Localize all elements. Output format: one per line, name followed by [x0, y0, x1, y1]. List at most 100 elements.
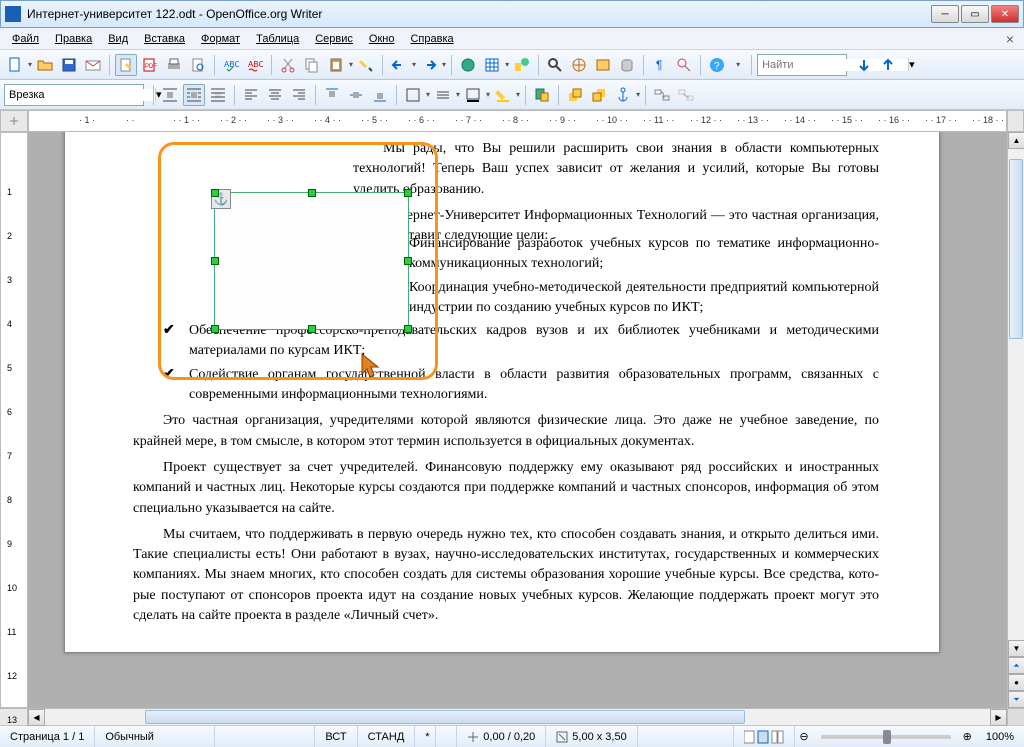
align-right-icon[interactable]	[288, 84, 310, 106]
paste-icon[interactable]	[325, 54, 347, 76]
status-style[interactable]: Обычный	[95, 726, 215, 747]
gallery-icon[interactable]	[592, 54, 614, 76]
resize-handle-ne[interactable]	[404, 189, 412, 197]
zoom-out-icon[interactable]: ⊖	[795, 726, 812, 747]
hyperlink-icon[interactable]	[457, 54, 479, 76]
menu-view[interactable]: Вид	[100, 31, 136, 47]
print-icon[interactable]	[163, 54, 185, 76]
find-prev-icon[interactable]	[877, 54, 899, 76]
align-bottom-icon[interactable]	[369, 84, 391, 106]
frame-props-icon[interactable]	[531, 84, 553, 106]
export-pdf-icon[interactable]: PDF	[139, 54, 161, 76]
scroll-thumb[interactable]	[145, 710, 745, 724]
find-combo[interactable]: ▾	[757, 54, 847, 76]
document-canvas[interactable]: Мы рады, что Вы решили расширить свои зн…	[28, 132, 1007, 708]
text-frame[interactable]: ⚓	[214, 192, 409, 330]
save-icon[interactable]	[58, 54, 80, 76]
menu-insert[interactable]: Вставка	[136, 31, 193, 47]
border-color-icon[interactable]	[462, 84, 484, 106]
horizontal-ruler[interactable]: · 1 ·· ·· · 1 · ·· · 2 · ·· · 3 · ·· · 4…	[28, 110, 1007, 132]
nav-icon[interactable]: ●	[1008, 674, 1024, 691]
next-page-icon[interactable]: ⏷	[1008, 691, 1024, 708]
resize-handle-nw[interactable]	[211, 189, 219, 197]
preview-icon[interactable]	[187, 54, 209, 76]
status-selection[interactable]: СТАНД	[358, 726, 416, 747]
scroll-up-icon[interactable]: ▲	[1008, 132, 1024, 149]
new-doc-icon[interactable]	[4, 54, 26, 76]
drawing-icon[interactable]	[511, 54, 533, 76]
resize-handle-e[interactable]	[404, 257, 412, 265]
align-vcenter-icon[interactable]	[345, 84, 367, 106]
send-back-icon[interactable]	[588, 84, 610, 106]
scroll-track[interactable]	[45, 709, 990, 725]
bring-front-icon[interactable]	[564, 84, 586, 106]
undo-icon[interactable]	[388, 54, 410, 76]
prev-page-icon[interactable]: ⏶	[1008, 657, 1024, 674]
vertical-ruler[interactable]: 12345678910111213	[0, 132, 28, 708]
status-position[interactable]: 0,00 / 0,20	[457, 726, 546, 747]
cut-icon[interactable]	[277, 54, 299, 76]
email-icon[interactable]	[82, 54, 104, 76]
wrap-through-icon[interactable]	[207, 84, 229, 106]
zoom-slider[interactable]	[821, 735, 951, 739]
help-icon[interactable]: ?	[706, 54, 728, 76]
edit-mode-icon[interactable]	[115, 54, 137, 76]
close-button[interactable]: ✕	[991, 5, 1019, 23]
link-frames-icon[interactable]	[651, 84, 673, 106]
nonprinting-icon[interactable]: ¶	[649, 54, 671, 76]
resize-handle-se[interactable]	[404, 325, 412, 333]
align-left-icon[interactable]	[240, 84, 262, 106]
menu-help[interactable]: Справка	[402, 31, 461, 47]
anchor-icon[interactable]	[612, 84, 634, 106]
restore-button[interactable]: ▭	[961, 5, 989, 23]
resize-handle-n[interactable]	[308, 189, 316, 197]
wrap-off-icon[interactable]	[159, 84, 181, 106]
zoom-icon[interactable]	[673, 54, 695, 76]
menu-tools[interactable]: Сервис	[307, 31, 361, 47]
open-icon[interactable]	[34, 54, 56, 76]
status-page[interactable]: Страница 1 / 1	[0, 726, 95, 747]
borders-icon[interactable]	[402, 84, 424, 106]
unlink-frames-icon[interactable]	[675, 84, 697, 106]
style-input[interactable]: Врезка	[5, 89, 155, 101]
style-combo[interactable]: Врезка ▾	[4, 84, 144, 106]
minimize-button[interactable]: ─	[931, 5, 959, 23]
menu-edit[interactable]: Правка	[47, 31, 100, 47]
scroll-track[interactable]	[1008, 149, 1024, 640]
table-icon[interactable]	[481, 54, 503, 76]
status-insert[interactable]: ВСТ	[315, 726, 357, 747]
redo-icon[interactable]	[418, 54, 440, 76]
wrap-on-icon[interactable]	[183, 84, 205, 106]
scroll-thumb[interactable]	[1009, 159, 1023, 339]
align-top-icon[interactable]	[321, 84, 343, 106]
scroll-right-icon[interactable]: ▶	[990, 709, 1007, 726]
vertical-scrollbar[interactable]: ▲ ▼ ⏶ ● ⏷	[1007, 132, 1024, 708]
align-center-icon[interactable]	[264, 84, 286, 106]
find-next-icon[interactable]	[853, 54, 875, 76]
resize-handle-sw[interactable]	[211, 325, 219, 333]
menu-window[interactable]: Окно	[361, 31, 403, 47]
status-size[interactable]: 5,00 x 3,50	[546, 726, 637, 747]
status-modified[interactable]: *	[415, 726, 436, 747]
autospell-icon[interactable]: ABC	[244, 54, 266, 76]
menu-file[interactable]: Файл	[4, 31, 47, 47]
dropdown-icon[interactable]: ▾	[908, 58, 915, 71]
spellcheck-icon[interactable]: ABC	[220, 54, 242, 76]
scroll-down-icon[interactable]: ▼	[1008, 640, 1024, 657]
scroll-left-icon[interactable]: ◀	[28, 709, 45, 726]
zoom-thumb[interactable]	[883, 730, 891, 744]
status-lang[interactable]	[215, 726, 315, 747]
resize-handle-s[interactable]	[308, 325, 316, 333]
status-viewlayout[interactable]	[734, 726, 795, 747]
resize-handle-w[interactable]	[211, 257, 219, 265]
copy-icon[interactable]	[301, 54, 323, 76]
bg-color-icon[interactable]	[492, 84, 514, 106]
menu-format[interactable]: Формат	[193, 31, 248, 47]
find-icon[interactable]	[544, 54, 566, 76]
status-signature[interactable]	[436, 726, 457, 747]
horizontal-scrollbar[interactable]: ◀ ▶	[28, 709, 1007, 725]
document-close-icon[interactable]: ×	[1000, 31, 1020, 47]
format-paintbrush-icon[interactable]	[355, 54, 377, 76]
zoom-in-icon[interactable]: ⊕	[959, 726, 976, 747]
menu-table[interactable]: Таблица	[248, 31, 307, 47]
